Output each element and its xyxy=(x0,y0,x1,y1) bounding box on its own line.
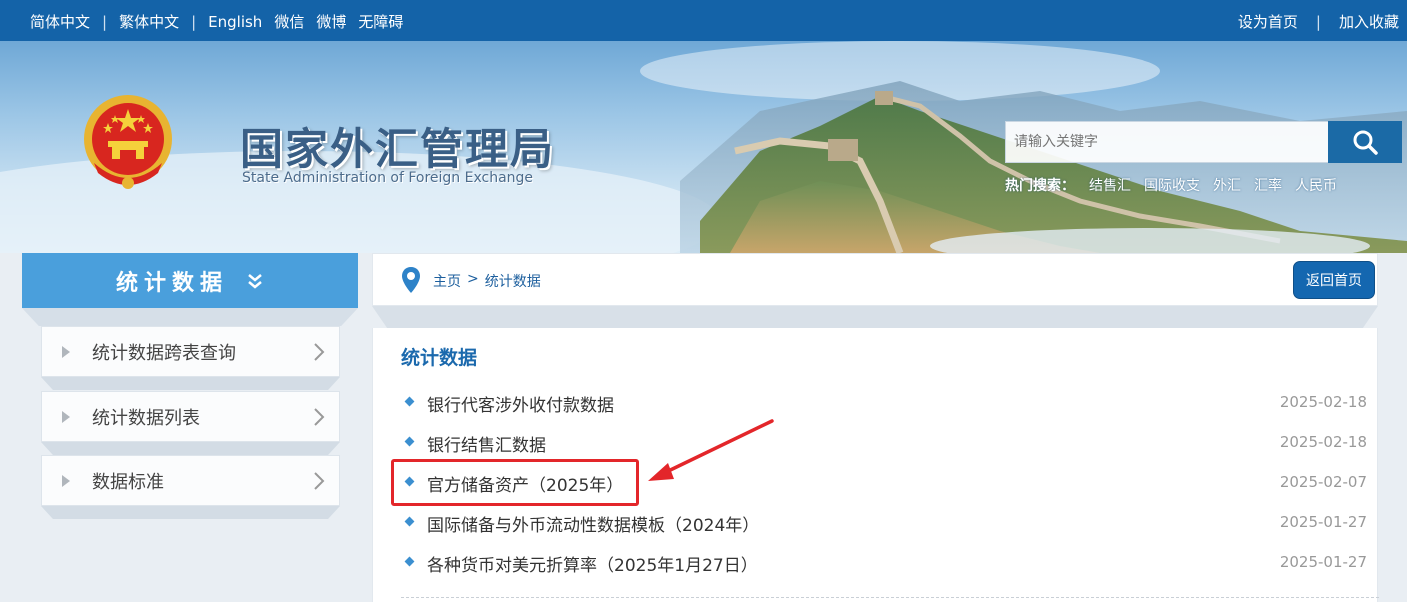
bullet-diamond-icon xyxy=(404,516,415,527)
hot-keyword[interactable]: 结售汇 xyxy=(1089,175,1131,195)
sidebar-item-label: 统计数据跨表查询 xyxy=(92,342,236,364)
bullet-diamond-icon xyxy=(404,556,415,567)
sidebar-item-label: 数据标准 xyxy=(92,471,164,493)
wechat-link[interactable]: 微信 xyxy=(274,11,304,32)
list-item[interactable]: 国际储备与外币流动性数据模板（2024年） 2025-01-27 xyxy=(401,509,1373,537)
separator: | xyxy=(1315,12,1321,31)
list-item-date: 2025-01-27 xyxy=(1279,553,1367,571)
list-item-date: 2025-02-18 xyxy=(1279,393,1367,411)
sidebar-item-label: 统计数据列表 xyxy=(92,407,200,429)
list-item[interactable]: 银行代客涉外收付款数据 2025-02-18 xyxy=(401,389,1373,417)
sidebar-item-data-standards[interactable]: 数据标准 xyxy=(41,455,340,506)
hot-keyword[interactable]: 外汇 xyxy=(1213,175,1241,195)
list-item[interactable]: 各种货币对美元折算率（2025年1月27日） 2025-01-27 xyxy=(401,549,1373,577)
header-banner: 国家外汇管理局 State Administration of Foreign … xyxy=(0,41,1407,253)
bullet-diamond-icon xyxy=(404,436,415,447)
chevron-right-icon xyxy=(314,408,325,426)
list-divider xyxy=(401,597,1379,598)
add-favorite-link[interactable]: 加入收藏 xyxy=(1339,11,1399,32)
sidebar-heading-label: 统计数据 xyxy=(115,270,228,296)
hot-keyword[interactable]: 汇率 xyxy=(1254,175,1282,195)
list-item-title[interactable]: 银行结售汇数据 xyxy=(427,431,546,456)
sidebar-item-shadow xyxy=(41,377,340,390)
hot-search: 热门搜索： 结售汇 国际收支 外汇 汇率 人民币 xyxy=(1005,175,1350,195)
sidebar-item-data-list[interactable]: 统计数据列表 xyxy=(41,391,340,442)
hot-search-label: 热门搜索： xyxy=(1005,178,1075,194)
red-arrow-annotation xyxy=(648,419,774,481)
lang-simplified-link[interactable]: 简体中文 xyxy=(30,11,90,32)
triangle-right-icon xyxy=(62,410,70,423)
search-box xyxy=(1005,121,1402,163)
double-chevron-down-icon xyxy=(248,273,262,289)
list-item-title[interactable]: 各种货币对美元折算率（2025年1月27日） xyxy=(427,551,758,576)
sidebar-item-shadow xyxy=(41,506,340,519)
list-item[interactable]: 银行结售汇数据 2025-02-18 xyxy=(401,429,1373,457)
breadcrumb: 主页 > 统计数据 xyxy=(433,271,547,291)
chevron-right-icon xyxy=(314,343,325,361)
weibo-link[interactable]: 微博 xyxy=(316,11,346,32)
search-input[interactable] xyxy=(1005,121,1329,163)
sidebar-item-cross-table-query[interactable]: 统计数据跨表查询 xyxy=(41,326,340,377)
separator: | xyxy=(102,12,108,31)
set-homepage-link[interactable]: 设为首页 xyxy=(1238,11,1298,32)
site-title: 国家外汇管理局 xyxy=(240,125,555,175)
sidebar-heading[interactable]: 统计数据 xyxy=(22,253,358,308)
breadcrumb-shadow xyxy=(372,306,1378,328)
breadcrumb-bar: 主页 > 统计数据 返回首页 xyxy=(372,253,1378,306)
back-to-home-button[interactable]: 返回首页 xyxy=(1293,261,1375,299)
breadcrumb-current-link[interactable]: 统计数据 xyxy=(485,271,541,291)
hot-keyword[interactable]: 国际收支 xyxy=(1144,175,1200,195)
top-bar: 简体中文 | 繁体中文 | English 微信 微博 无障碍 设为首页 | 加… xyxy=(0,0,1407,41)
language-links: 简体中文 | 繁体中文 | English 微信 微博 无障碍 xyxy=(30,11,415,32)
hot-keyword[interactable]: 人民币 xyxy=(1295,175,1337,195)
highlight-box-annotation xyxy=(391,459,639,506)
lang-traditional-link[interactable]: 繁体中文 xyxy=(119,11,179,32)
list-item-date: 2025-02-18 xyxy=(1279,433,1367,451)
separator: | xyxy=(191,12,197,31)
search-icon xyxy=(1353,130,1378,155)
list-item-date: 2025-02-07 xyxy=(1279,473,1367,491)
list-item-title[interactable]: 银行代客涉外收付款数据 xyxy=(427,391,614,416)
triangle-right-icon xyxy=(62,474,70,487)
location-pin-icon xyxy=(402,267,420,293)
utility-links: 设为首页 | 加入收藏 xyxy=(1220,11,1399,32)
search-button[interactable] xyxy=(1328,121,1402,163)
chevron-right-icon xyxy=(314,472,325,490)
section-title: 统计数据 xyxy=(401,347,478,369)
breadcrumb-home-link[interactable]: 主页 xyxy=(433,271,461,291)
sidebar-item-shadow xyxy=(41,442,340,455)
site-subtitle: State Administration of Foreign Exchange xyxy=(242,170,534,186)
triangle-right-icon xyxy=(62,345,70,358)
sidebar-heading-shadow xyxy=(22,308,358,326)
lang-english-link[interactable]: English xyxy=(208,13,262,31)
accessibility-link[interactable]: 无障碍 xyxy=(358,11,403,32)
list-item-title[interactable]: 国际储备与外币流动性数据模板（2024年） xyxy=(427,511,759,536)
breadcrumb-separator: > xyxy=(467,271,479,287)
list-item-date: 2025-01-27 xyxy=(1279,513,1367,531)
national-emblem-icon xyxy=(84,95,172,189)
bullet-diamond-icon xyxy=(404,396,415,407)
